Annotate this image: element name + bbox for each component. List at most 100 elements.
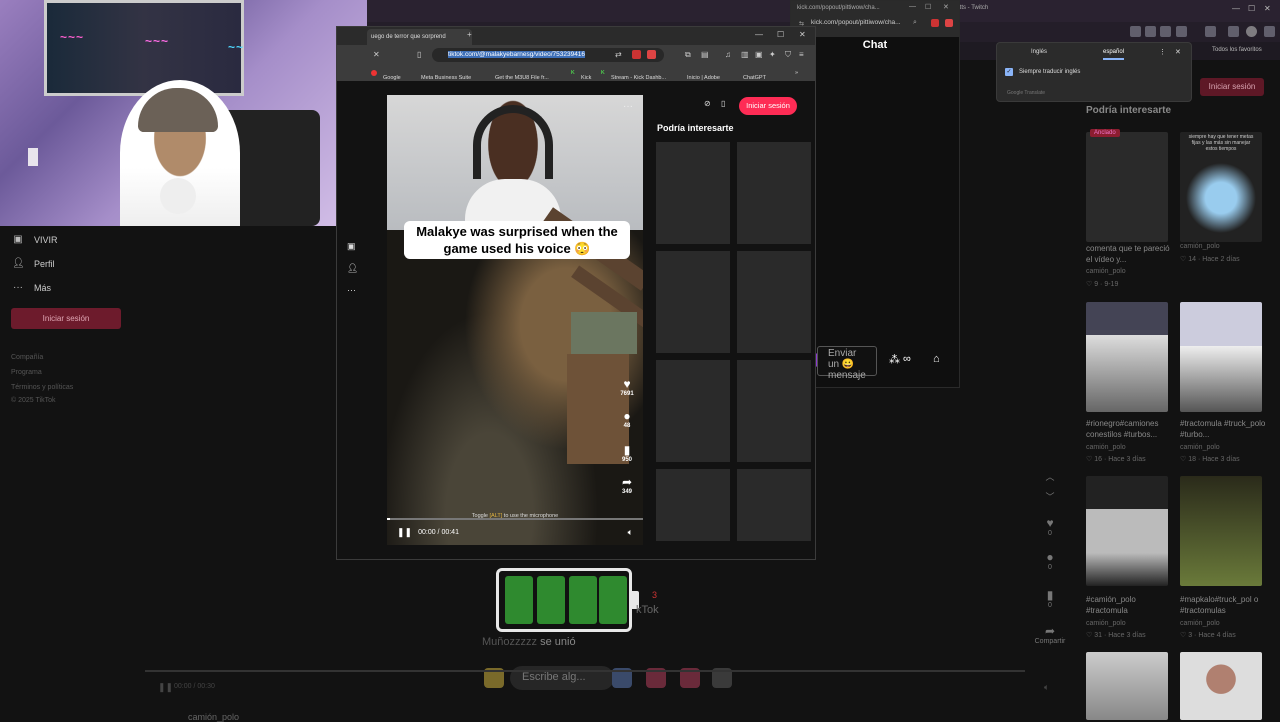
more-icon[interactable]: ⋮ bbox=[1159, 48, 1166, 56]
close-icon[interactable]: ✕ bbox=[799, 30, 806, 39]
card-caption[interactable]: #camión_polo #tractomula bbox=[1086, 594, 1172, 616]
recommendation-card[interactable] bbox=[737, 469, 811, 541]
scroll-up-icon[interactable]: ︿ bbox=[1040, 470, 1060, 483]
footer-link-program[interactable]: Programa bbox=[11, 369, 42, 376]
translate-icon[interactable]: ⇄ bbox=[615, 50, 622, 59]
puzzle-icon[interactable]: ✦ bbox=[769, 50, 776, 59]
card-author[interactable]: camión_polo bbox=[1086, 444, 1126, 451]
extension-icon[interactable] bbox=[945, 19, 953, 27]
new-tab-icon[interactable]: + bbox=[467, 30, 472, 39]
pause-icon[interactable]: ❚❚ bbox=[158, 682, 173, 693]
bottom-author[interactable]: camión_polo bbox=[188, 712, 239, 722]
live-icon[interactable]: ▣ bbox=[347, 241, 356, 252]
music-icon[interactable]: ♫ bbox=[725, 50, 731, 59]
like-action[interactable]: ♥ 0 bbox=[1040, 516, 1060, 537]
extension-icon[interactable] bbox=[647, 50, 656, 59]
comment-action[interactable]: ● 0 bbox=[1040, 550, 1060, 571]
video-player[interactable]: ··· Malakye was surprised when the game … bbox=[387, 95, 643, 545]
translate-source-tab[interactable]: Inglés bbox=[1031, 49, 1047, 55]
more-icon[interactable]: ··· bbox=[347, 285, 356, 295]
bottom-progress[interactable] bbox=[145, 670, 1025, 672]
sidebar-login-button[interactable]: Iniciar sesión bbox=[11, 308, 121, 329]
video-thumbnail[interactable]: siempre hay que tener metas fijas y las … bbox=[1180, 132, 1262, 242]
like-action[interactable]: ♥ 7691 bbox=[617, 377, 637, 397]
profile-icon[interactable]: 👤︎ bbox=[347, 263, 358, 274]
sidebar-item-profile[interactable]: 👤︎ Perfil bbox=[12, 258, 55, 270]
shield-icon[interactable]: ⛉ bbox=[785, 50, 791, 60]
address-bar[interactable]: tiktok.com/@malakyebarnesg/video/7532394… bbox=[432, 48, 664, 62]
device-icon[interactable]: ▯ bbox=[721, 99, 725, 108]
tab-tiktok[interactable]: uego de terror que sorprend bbox=[367, 29, 472, 45]
menu-icon[interactable] bbox=[1264, 26, 1275, 37]
maximize-icon[interactable]: ☐ bbox=[1248, 4, 1255, 13]
twitch-tab-title[interactable]: ftts - Twitch bbox=[958, 5, 988, 11]
recommendation-card[interactable] bbox=[656, 142, 730, 244]
card-caption[interactable]: #mapkalo#truck_pol o #tractomulas bbox=[1180, 594, 1266, 616]
card-caption[interactable]: comenta que te pareció el vídeo y... bbox=[1086, 243, 1172, 265]
extensions-icon[interactable]: ⧉ bbox=[685, 50, 691, 60]
share-action[interactable]: ➦ Compartir bbox=[1032, 624, 1068, 645]
close-icon[interactable]: ✕ bbox=[1175, 48, 1181, 56]
avatar[interactable] bbox=[1246, 26, 1257, 37]
video-thumbnail[interactable] bbox=[1086, 652, 1168, 720]
menu-icon[interactable]: ≡ bbox=[799, 50, 804, 59]
more-bookmarks-icon[interactable]: » bbox=[795, 70, 798, 76]
minimize-icon[interactable]: — bbox=[755, 30, 763, 39]
video-thumbnail[interactable] bbox=[1180, 652, 1262, 720]
video-progress-bar[interactable] bbox=[387, 518, 643, 520]
kick-url[interactable]: kick.com/popout/pittiwow/cha... bbox=[811, 19, 901, 26]
close-icon[interactable]: ✕ bbox=[1264, 4, 1271, 13]
maximize-icon[interactable]: ☐ bbox=[777, 30, 784, 39]
scroll-down-icon[interactable]: ﹀ bbox=[1040, 490, 1060, 503]
header-login-button[interactable]: Iniciar sesión bbox=[739, 97, 797, 115]
header-login-button[interactable]: Iniciar sesión bbox=[1200, 78, 1264, 96]
sidepanel-icon[interactable]: ▥ bbox=[741, 50, 749, 59]
video-thumbnail[interactable] bbox=[1180, 302, 1262, 412]
card-author[interactable]: camión_polo bbox=[1180, 444, 1220, 451]
recommendation-card[interactable] bbox=[737, 251, 811, 353]
close-icon[interactable]: ✕ bbox=[943, 3, 949, 11]
maximize-icon[interactable]: ☐ bbox=[925, 3, 931, 11]
share-action[interactable]: ➦ 349 bbox=[617, 475, 637, 495]
translate-icon[interactable] bbox=[1145, 26, 1156, 37]
card-author[interactable]: camión_polo bbox=[1086, 268, 1126, 275]
extension-icon[interactable] bbox=[632, 50, 641, 59]
card-caption[interactable]: #rionegro#camiones conestilos #turbos... bbox=[1086, 418, 1172, 440]
minimize-icon[interactable]: — bbox=[909, 3, 916, 10]
chat-input[interactable]: Enviar un 😀 mensaje bbox=[817, 346, 877, 381]
recommendation-card[interactable] bbox=[656, 251, 730, 353]
recommendation-card[interactable] bbox=[656, 469, 730, 541]
recommendation-card[interactable] bbox=[737, 360, 811, 462]
star-icon[interactable] bbox=[1176, 26, 1187, 37]
infinity-icon[interactable]: ∞ bbox=[903, 353, 911, 365]
save-action[interactable]: ▮ 950 bbox=[617, 443, 637, 463]
extensions-icon[interactable] bbox=[1205, 26, 1216, 37]
sidebar-item-more[interactable]: ··· Más bbox=[12, 282, 51, 294]
close-tab-icon[interactable]: ✕ bbox=[373, 50, 380, 59]
zoom-icon[interactable] bbox=[1160, 26, 1171, 37]
video-thumbnail[interactable] bbox=[1086, 302, 1168, 412]
card-author[interactable]: camión_polo bbox=[1086, 620, 1126, 627]
cast-icon[interactable] bbox=[1130, 26, 1141, 37]
pause-icon[interactable]: ❚❚ bbox=[397, 527, 412, 538]
video-thumbnail[interactable] bbox=[1086, 132, 1168, 242]
always-translate-checkbox[interactable]: ✓ bbox=[1005, 68, 1013, 76]
recommendation-card[interactable] bbox=[656, 360, 730, 462]
more-options-icon[interactable]: ··· bbox=[623, 101, 633, 112]
card-author[interactable]: camión_polo bbox=[1180, 620, 1220, 627]
translate-target-tab[interactable]: español bbox=[1103, 49, 1125, 60]
card-caption[interactable]: #tractomula #truck_polo #turbo... bbox=[1180, 418, 1266, 440]
bookmark-icon[interactable]: ▯ bbox=[417, 50, 421, 59]
screenshot-icon[interactable]: ▣ bbox=[755, 50, 763, 59]
compass-icon[interactable]: ⊘ bbox=[704, 99, 711, 108]
video-thumbnail[interactable] bbox=[1180, 476, 1262, 586]
users-icon[interactable]: ⁂ bbox=[889, 353, 900, 366]
video-thumbnail[interactable] bbox=[1086, 476, 1168, 586]
comment-action[interactable]: ● 48 bbox=[617, 409, 637, 429]
recommendation-card[interactable] bbox=[737, 142, 811, 244]
minimize-icon[interactable]: — bbox=[1232, 4, 1240, 13]
footer-link-company[interactable]: Compañía bbox=[11, 354, 43, 361]
store-icon[interactable]: ⌂ bbox=[933, 353, 940, 365]
volume-icon[interactable]: 🔈︎ bbox=[628, 527, 633, 538]
sidepanel-icon[interactable] bbox=[1228, 26, 1239, 37]
